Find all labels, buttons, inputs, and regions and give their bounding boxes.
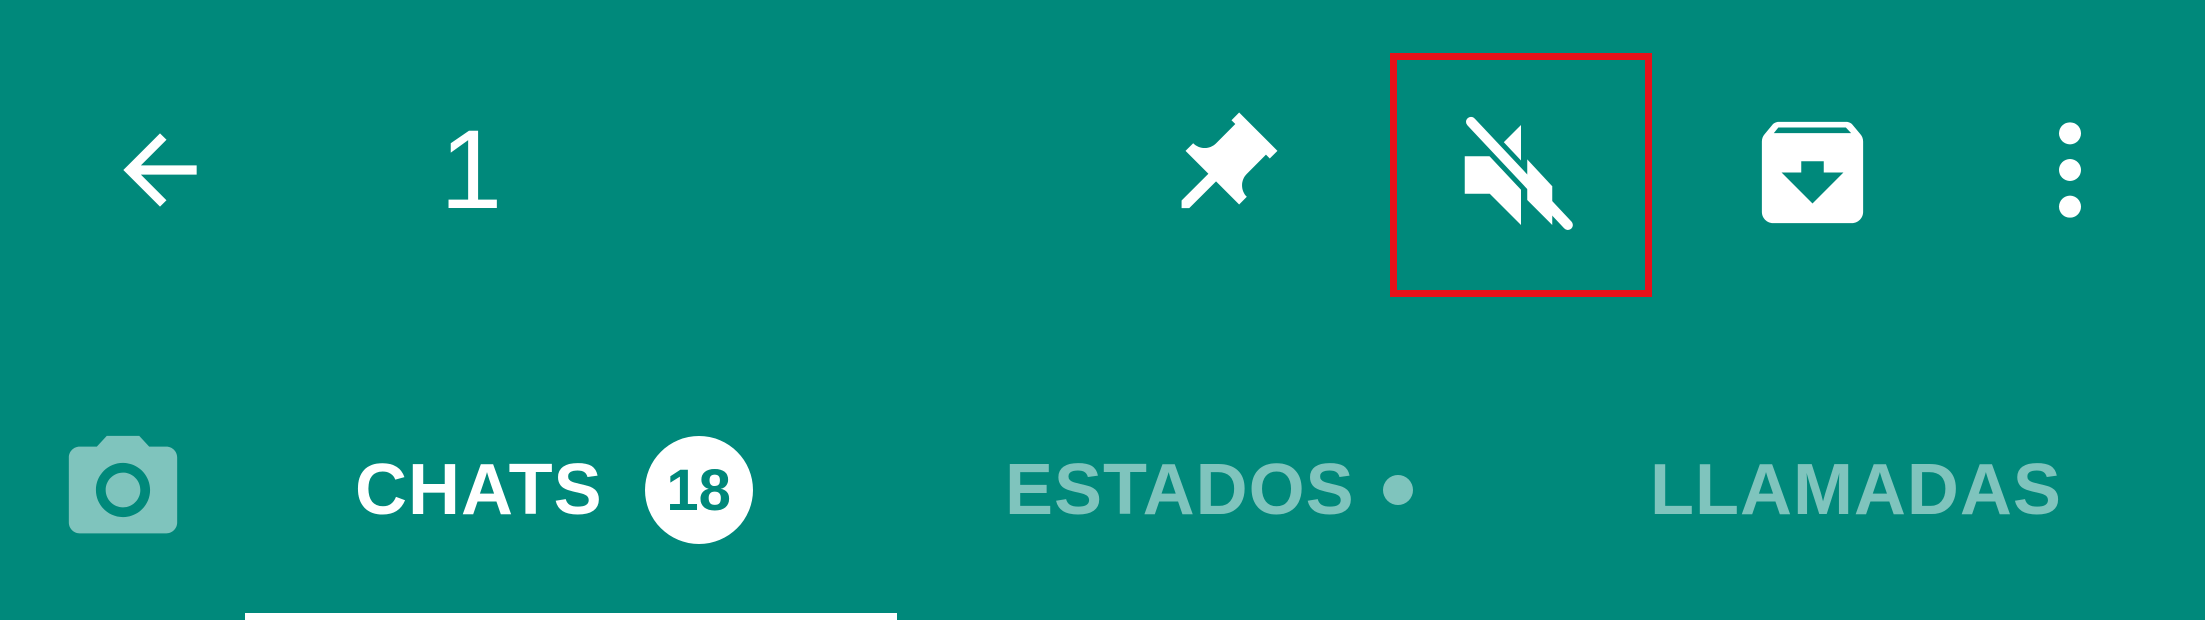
mute-chat-button[interactable] <box>1390 53 1652 297</box>
selected-count: 1 <box>440 107 503 232</box>
pin-icon <box>1181 112 1278 209</box>
mute-icon <box>1463 115 1576 232</box>
tab-llamadas-label: LLAMADAS <box>1650 450 2062 530</box>
pin-chat-button[interactable] <box>1150 100 1290 240</box>
tab-camera[interactable] <box>55 430 190 550</box>
camera-icon <box>68 435 177 534</box>
selection-toolbar: 1 <box>0 0 2205 350</box>
arrow-left-icon <box>123 133 197 207</box>
archive-chat-button[interactable] <box>1740 100 1885 245</box>
tab-llamadas[interactable]: LLAMADAS <box>1650 440 2062 540</box>
active-tab-indicator <box>245 613 897 620</box>
new-status-dot <box>1382 475 1413 505</box>
tab-estados-label: ESTADOS <box>1005 450 1355 530</box>
tab-chats-label: CHATS <box>355 450 603 530</box>
more-vert-icon <box>2059 122 2081 218</box>
tab-estados[interactable]: ESTADOS <box>1005 440 1413 540</box>
back-button[interactable] <box>95 105 225 235</box>
archive-icon <box>1761 121 1864 224</box>
tab-chats[interactable]: CHATS 18 <box>355 436 753 544</box>
unread-count-badge: 18 <box>644 436 753 544</box>
more-options-button[interactable] <box>2030 110 2110 230</box>
